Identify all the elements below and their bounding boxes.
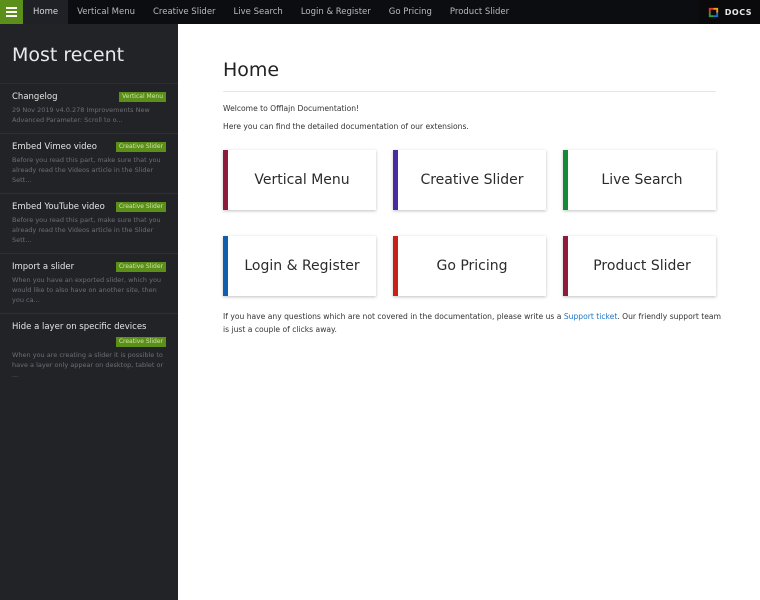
welcome-text: Welcome to Offlajn Documentation!	[223, 104, 360, 113]
card-accent-bar	[223, 150, 228, 210]
card-label: Product Slider	[593, 258, 691, 274]
category-badge: Creative Slider	[115, 337, 166, 347]
card-label: Go Pricing	[436, 258, 508, 274]
recent-item-title: Embed Vimeo video	[12, 142, 97, 152]
card-accent-bar	[563, 150, 568, 210]
recent-item-title: Hide a layer on specific devices	[12, 322, 147, 332]
card-creative-slider[interactable]: Creative Slider	[393, 150, 546, 210]
nav-live-search[interactable]: Live Search	[225, 0, 292, 24]
top-navbar: Home Vertical Menu Creative Slider Live …	[0, 0, 760, 24]
page-title: Home	[223, 59, 280, 81]
recent-item[interactable]: Changelog Vertical Menu 29 Nov 2019 v4.0…	[0, 84, 178, 134]
recent-item-excerpt: When you have an exported slider, which …	[12, 276, 162, 304]
nav-login-register[interactable]: Login & Register	[292, 0, 380, 24]
nav-vertical-menu[interactable]: Vertical Menu	[68, 0, 144, 24]
divider	[223, 91, 716, 92]
recent-item[interactable]: Embed Vimeo video Creative Slider Before…	[0, 134, 178, 194]
card-vertical-menu[interactable]: Vertical Menu	[223, 150, 376, 210]
docs-link[interactable]: DOCS	[698, 0, 760, 24]
nav-home[interactable]: Home	[23, 0, 69, 24]
card-label: Live Search	[601, 172, 683, 188]
recent-item-excerpt: Before you read this part, make sure tha…	[12, 156, 161, 184]
recent-item[interactable]: Import a slider Creative Slider When you…	[0, 254, 178, 314]
category-badge: Creative Slider	[115, 202, 166, 212]
recent-item-title: Embed YouTube video	[12, 202, 105, 212]
support-ticket-link[interactable]: Support ticket	[564, 312, 617, 321]
recent-item-excerpt: 29 Nov 2019 v4.0.278 Improvements New Ad…	[12, 106, 150, 124]
card-accent-bar	[223, 236, 228, 296]
main-content: Home Welcome to Offlajn Documentation! H…	[178, 24, 760, 600]
support-text-before: If you have any questions which are not …	[223, 312, 564, 321]
card-accent-bar	[393, 236, 398, 296]
card-label: Login & Register	[244, 258, 360, 274]
card-product-slider[interactable]: Product Slider	[563, 236, 716, 296]
recent-item-title: Import a slider	[12, 262, 75, 272]
card-label: Creative Slider	[420, 172, 524, 188]
nav-go-pricing[interactable]: Go Pricing	[380, 0, 441, 24]
recent-item[interactable]: Hide a layer on specific devices Creativ…	[0, 314, 178, 388]
docs-label: DOCS	[724, 7, 752, 17]
nav-creative-slider[interactable]: Creative Slider	[144, 0, 225, 24]
card-accent-bar	[393, 150, 398, 210]
card-go-pricing[interactable]: Go Pricing	[393, 236, 546, 296]
recent-item-title: Changelog	[12, 92, 58, 102]
recent-item-excerpt: Before you read this part, make sure tha…	[12, 216, 161, 244]
recent-item[interactable]: Embed YouTube video Creative Slider Befo…	[0, 194, 178, 254]
card-label: Vertical Menu	[254, 172, 350, 188]
support-paragraph: If you have any questions which are not …	[223, 311, 723, 336]
card-live-search[interactable]: Live Search	[563, 150, 716, 210]
intro-text: Here you can find the detailed documenta…	[223, 122, 469, 131]
card-accent-bar	[563, 236, 568, 296]
recent-item-excerpt: When you are creating a slider it is pos…	[12, 351, 164, 379]
sidebar: Most recent Changelog Vertical Menu 29 N…	[0, 24, 178, 600]
category-badge: Creative Slider	[115, 142, 166, 152]
category-badge: Creative Slider	[115, 262, 166, 272]
category-badge: Vertical Menu	[119, 92, 166, 102]
nav-product-slider[interactable]: Product Slider	[441, 0, 518, 24]
sidebar-title: Most recent	[12, 44, 125, 66]
offlajn-logo-icon	[708, 7, 718, 17]
hamburger-icon[interactable]	[0, 0, 23, 24]
card-login-register[interactable]: Login & Register	[223, 236, 376, 296]
